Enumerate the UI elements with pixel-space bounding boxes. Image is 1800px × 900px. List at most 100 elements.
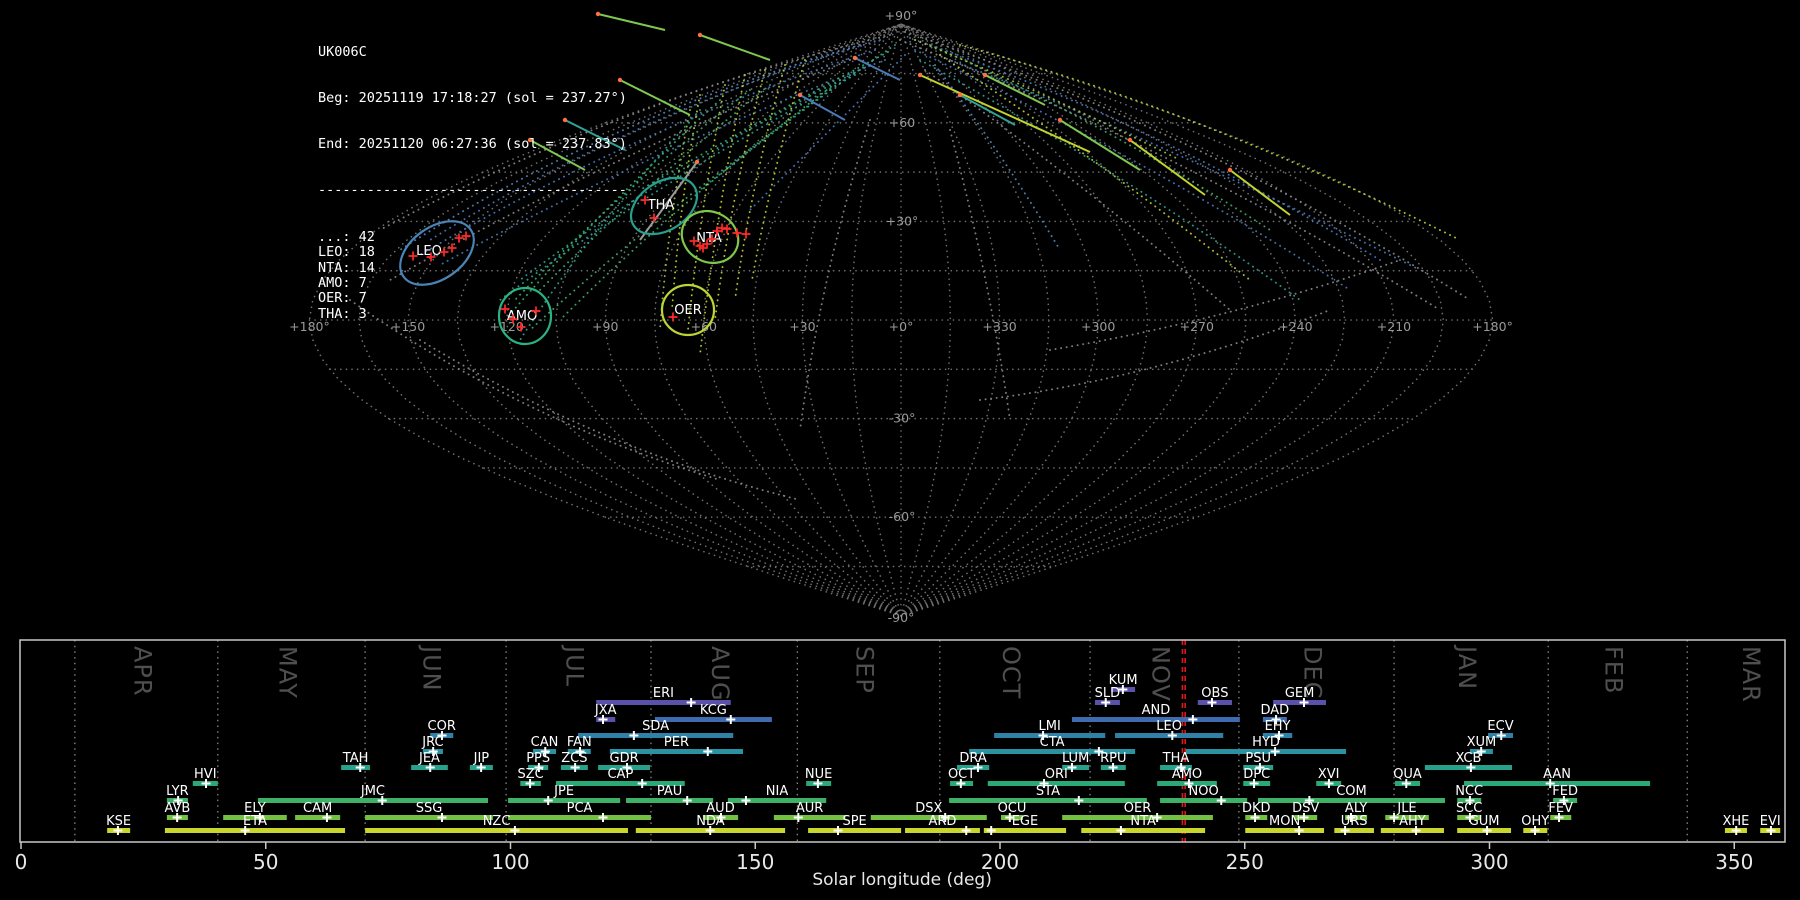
shower-label-ERI: ERI bbox=[653, 686, 674, 701]
count-OER: OER: 7 bbox=[318, 290, 367, 307]
month-label-AUG: AUG bbox=[706, 646, 734, 702]
shower-label-LMI: LMI bbox=[1039, 719, 1061, 734]
count-LEO: LEO: 18 bbox=[318, 244, 375, 261]
peak-marker-ARD bbox=[961, 826, 971, 835]
meteor-begin-dot bbox=[1227, 167, 1233, 173]
count-THA: THA: 3 bbox=[318, 305, 367, 322]
shower-label-EHY: EHY bbox=[1265, 719, 1291, 734]
shower-label-ETA: ETA bbox=[243, 814, 267, 829]
peak-marker-NTA bbox=[1116, 826, 1126, 835]
meteor-begin-dot bbox=[1127, 137, 1133, 143]
lon-label: +330 bbox=[982, 319, 1016, 334]
peak-marker-ERI bbox=[686, 698, 696, 707]
month-label-FEB: FEB bbox=[1600, 646, 1628, 694]
shower-label-SDA: SDA bbox=[642, 719, 669, 734]
lon-label: +180° bbox=[1472, 319, 1513, 334]
south-pole-label: -90° bbox=[888, 610, 915, 625]
shower-label-ORI: ORI bbox=[1045, 767, 1068, 782]
month-label-SEP: SEP bbox=[851, 646, 879, 694]
shower-label-ARD: ARD bbox=[929, 814, 957, 829]
lon-label: +270 bbox=[1180, 319, 1214, 334]
shower-label-THA: THA bbox=[1162, 751, 1190, 766]
peak-marker-PCA bbox=[598, 813, 608, 822]
shower-label-DKD: DKD bbox=[1242, 801, 1271, 816]
shower-label-NZC: NZC bbox=[483, 814, 511, 829]
x-tick-label: 0 bbox=[15, 850, 28, 874]
month-label-OCT: OCT bbox=[997, 646, 1025, 699]
shower-label-DPC: DPC bbox=[1243, 767, 1270, 782]
shower-label-AUR: AUR bbox=[796, 801, 823, 816]
count-...: ...: 42 bbox=[318, 228, 375, 245]
shower-label-NTA: NTA bbox=[1130, 814, 1156, 829]
shower-label-AHY: AHY bbox=[1399, 814, 1426, 829]
shower-label-DAD: DAD bbox=[1261, 703, 1290, 718]
station-id: UK006C bbox=[318, 43, 367, 60]
peak-marker-EGE bbox=[986, 826, 996, 835]
meteor-segment bbox=[1129, 139, 1206, 196]
lon-label: +300 bbox=[1081, 319, 1115, 334]
peak-marker-KCG bbox=[726, 715, 736, 724]
shower-label-EGE: EGE bbox=[1012, 814, 1039, 829]
x-axis-title: Solar longitude (deg) bbox=[812, 870, 992, 890]
shower-label-NIA: NIA bbox=[766, 784, 789, 799]
x-tick-label: 150 bbox=[736, 850, 774, 874]
meteor-plus-marker bbox=[741, 229, 751, 239]
meteor-analysis-screen: { "header": { "station": "UK006C", "beg_… bbox=[0, 0, 1800, 900]
shower-label-XCB: XCB bbox=[1455, 751, 1481, 766]
meteor-begin-dot bbox=[917, 72, 923, 78]
lon-label: +210 bbox=[1377, 319, 1411, 334]
shower-label-PAU: PAU bbox=[657, 784, 682, 799]
meteor-track bbox=[734, 64, 786, 301]
x-tick-label: 100 bbox=[491, 850, 529, 874]
shower-label-QUA: QUA bbox=[1393, 767, 1422, 782]
begin-time: Beg: 20251119 17:18:27 (sol = 237.27°) bbox=[318, 90, 627, 107]
meteor-track bbox=[924, 69, 1231, 311]
meteor-begin-dot bbox=[694, 159, 700, 165]
x-tick-label: 50 bbox=[253, 850, 278, 874]
peak-marker-STA bbox=[1074, 796, 1084, 805]
shower-label-STA: STA bbox=[1036, 784, 1060, 799]
shower-label-JXA: JXA bbox=[594, 703, 617, 718]
shower-label-AMO: AMO bbox=[1172, 767, 1202, 782]
meteor-begin-dot bbox=[982, 72, 988, 78]
shower-counts: ...: 42 LEO: 18 NTA: 14 AMO: 7 OER: 7 THA: 3 bbox=[318, 228, 627, 322]
meteor-plus-marker bbox=[722, 224, 732, 234]
meteor-begin-dot bbox=[957, 92, 963, 98]
shower-label-GDR: GDR bbox=[610, 751, 639, 766]
meteor-track bbox=[949, 59, 1421, 271]
shower-label-LEO: LEO bbox=[1156, 719, 1182, 734]
radiant-sky-map: +180° +150 +120 +90 +60 +30 +0° +330 +300 +270 +24… bbox=[289, 8, 1513, 625]
end-time: End: 20251120 06:27:36 (sol = 237.83°) bbox=[318, 136, 627, 153]
shower-label-KCG: KCG bbox=[700, 703, 727, 718]
lat-label: -30° bbox=[889, 411, 916, 426]
peak-marker-AND bbox=[1188, 715, 1198, 724]
shower-label-OBS: OBS bbox=[1201, 686, 1228, 701]
meteor-track bbox=[904, 31, 1471, 301]
count-NTA: NTA: 14 bbox=[318, 259, 375, 276]
meteor-track bbox=[699, 44, 896, 191]
meteor-track bbox=[939, 54, 1251, 281]
shower-label-JMC: JMC bbox=[360, 784, 385, 799]
lat-label: -60° bbox=[889, 509, 916, 524]
meteor-track bbox=[959, 44, 1461, 241]
lat-label: +30° bbox=[886, 213, 919, 228]
month-label-JUL: JUL bbox=[561, 644, 589, 687]
shower-label-AAN: AAN bbox=[1543, 767, 1571, 782]
shower-label-SSG: SSG bbox=[416, 801, 443, 816]
meteor-begin-dot bbox=[697, 32, 703, 38]
lon-label: +240 bbox=[1278, 319, 1312, 334]
shower-label-PSU: PSU bbox=[1245, 751, 1271, 766]
month-label-MAR: MAR bbox=[1737, 646, 1765, 703]
meteor-segment bbox=[1059, 119, 1141, 171]
shower-label-PER: PER bbox=[664, 735, 689, 750]
peak-marker-CAP bbox=[637, 779, 647, 788]
peak-marker-NIA bbox=[741, 796, 751, 805]
meteor-track bbox=[914, 39, 1181, 161]
month-label-JAN: JAN bbox=[1453, 644, 1481, 690]
peak-marker-NZC bbox=[510, 826, 520, 835]
month-label-NOV: NOV bbox=[1146, 646, 1174, 702]
meteor-segment bbox=[1229, 169, 1291, 216]
meteor-segment bbox=[919, 74, 1091, 153]
shower-label-JEA: JEA bbox=[418, 751, 440, 766]
meteor-segment bbox=[854, 57, 901, 81]
